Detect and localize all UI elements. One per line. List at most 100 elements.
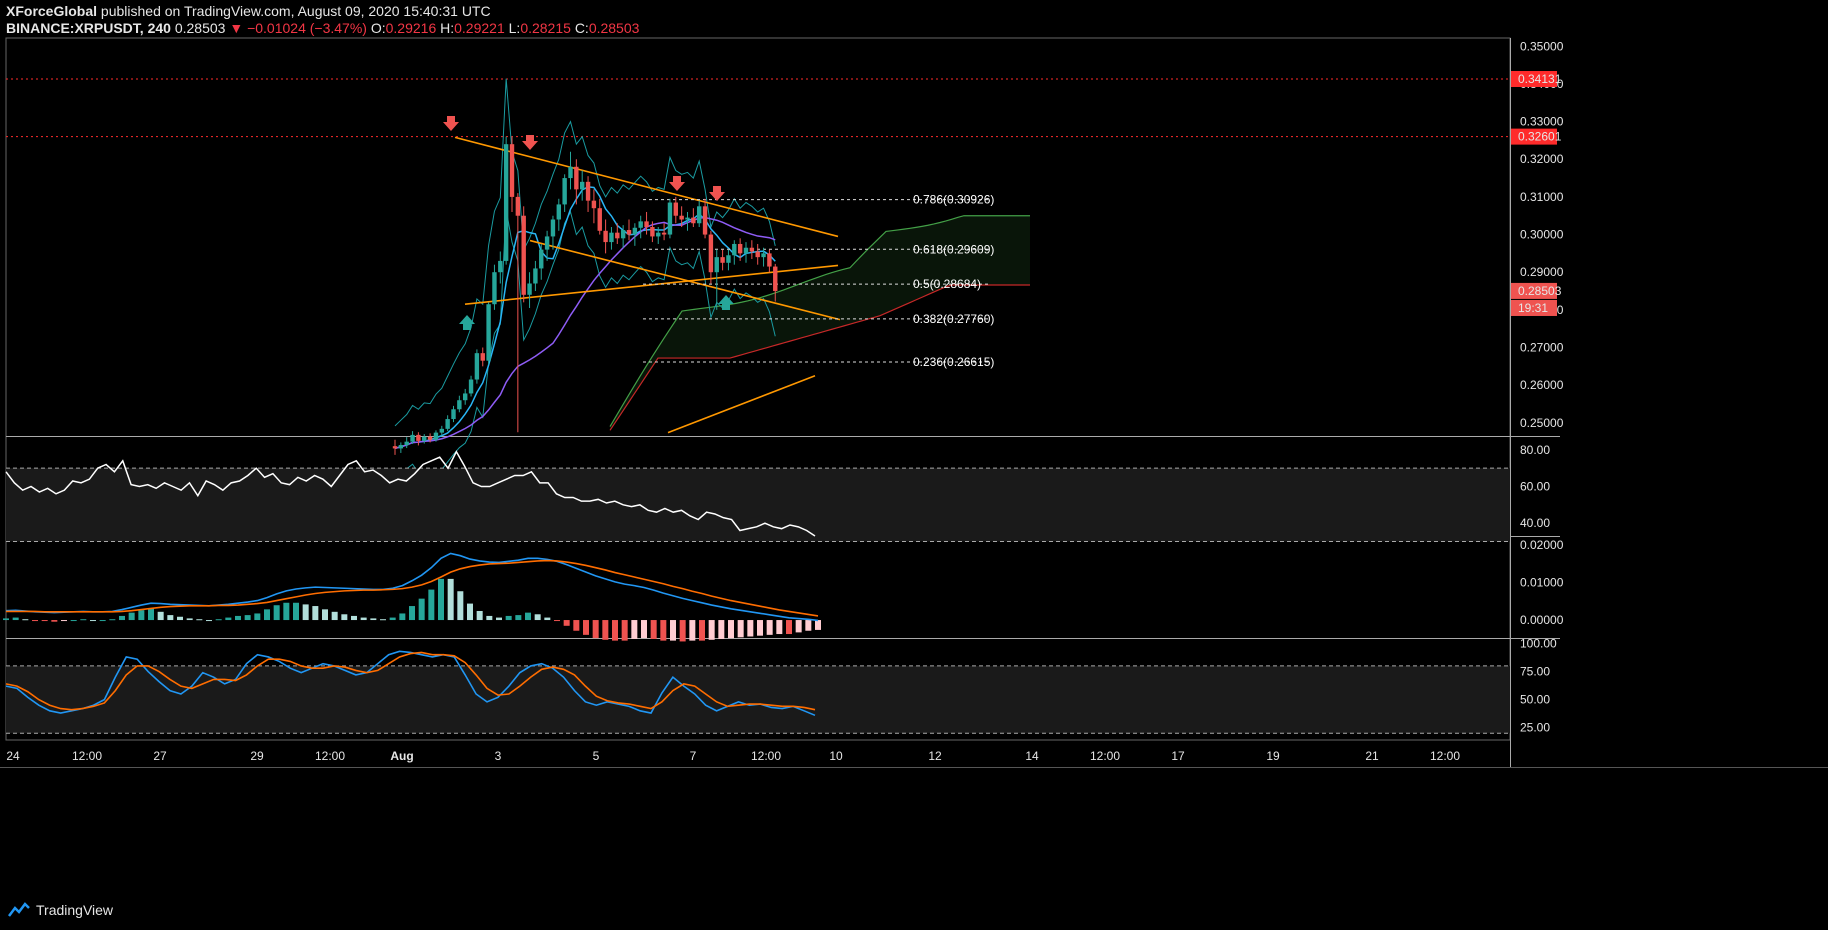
macd-hist-bar-65 [631,620,638,639]
candle-30 [568,151,573,190]
macd-hist-bar-67 [650,620,657,639]
price-badge-2: 0.28503 [1518,284,1562,298]
fib-label-2: 0.5(0.28684) [913,277,981,291]
time-tick-8: 7 [690,749,697,763]
sell-arrow-icon-1 [522,135,538,150]
macd-tick-0: 0.02000 [1520,538,1564,552]
price-tick-6: 0.29000 [1520,265,1564,279]
macd-hist-bar-23 [225,617,232,621]
macd-hist-bar-25 [244,615,251,621]
macd-hist-bar-53 [515,615,522,621]
candle-0 [392,439,398,455]
candle-29 [562,174,567,212]
macd-hist-bar-24 [235,615,241,621]
candle-41 [632,223,638,246]
price-tick-0: 0.35000 [1520,39,1564,53]
tradingview-logo-icon [8,902,30,917]
candle-52 [697,200,702,228]
price-badge-3: 19:31 [1518,301,1548,315]
rsi-band-fill [6,468,1510,542]
macd-hist-bar-22 [215,619,222,621]
candle-57 [726,249,731,271]
macd-hist-bar-62 [602,620,609,640]
macd-hist-bar-13 [128,612,135,621]
price-badge-0: 0.34131 [1518,72,1562,86]
macd-hist-bar-80 [776,620,783,635]
buy-arrow-icon-0 [459,315,475,330]
macd-hist-bar-81 [786,620,792,635]
rsi-pane[interactable] [5,450,1510,542]
candle-24 [533,260,538,292]
time-tick-13: 12:00 [1090,749,1120,763]
stoch-tick-0: 100.00 [1520,636,1557,650]
rsi-tick-2: 40.00 [1520,516,1550,530]
macd-hist-bar-29 [283,602,290,621]
macd-hist-bar-30 [293,602,299,621]
candle-56 [720,249,725,271]
stoch-tick-2: 50.00 [1520,693,1550,707]
candle-47 [667,198,673,239]
price-tick-10: 0.25000 [1520,416,1564,430]
macd-hist-bar-70 [679,620,686,642]
macd-hist-bar-39 [380,619,386,621]
candle-19 [503,136,509,265]
candle-14 [474,349,480,384]
macd-hist-bar-34 [331,611,338,621]
price-tick-5: 0.30000 [1520,228,1564,242]
macd-hist-bar-27 [264,609,270,621]
candle-40 [626,219,632,241]
macd-hist-bar-56 [544,617,551,621]
candle-36 [603,219,608,254]
macd-tick-2: 0.00000 [1520,613,1564,627]
candle-17 [492,264,497,310]
macd-hist-bar-55 [534,614,541,621]
macd-hist-bar-57 [554,620,560,622]
time-tick-0: 24 [6,749,20,763]
macd-hist-bar-84 [815,620,821,630]
candle-25 [539,243,544,280]
macd-hist-bar-51 [496,617,502,621]
price-pane[interactable]: 0.786(0.30926) 0.618(0.29609) 0.5(0.28684)… [6,78,1510,477]
macd-hist-bar-77 [747,620,754,637]
stoch-rsi-pane[interactable] [5,650,1510,734]
macd-hist-bar-15 [148,608,154,621]
chart-canvas[interactable]: 0.786(0.30926) 0.618(0.29609) 0.5(0.28684)… [0,0,1828,930]
brand-name: TradingView [36,902,114,918]
time-tick-10: 10 [829,749,843,763]
time-tick-1: 12:00 [72,749,102,763]
trend-line-1 [529,239,841,321]
candle-20 [509,136,515,212]
time-tick-4: 12:00 [315,749,345,763]
rsi-tick-0: 80.00 [1520,443,1550,457]
macd-hist-bar-12 [119,615,125,621]
time-tick-7: 5 [593,749,600,763]
time-tick-11: 12 [928,749,942,763]
candle-37 [609,227,614,250]
macd-hist-bar-8 [80,619,87,621]
candle-51 [691,208,696,228]
macd-hist-bar-44 [428,589,435,621]
macd-hist-bar-26 [254,613,261,621]
macd-pane[interactable] [3,552,821,642]
candle-55 [714,249,719,310]
candle-60 [743,242,749,263]
candle-18 [498,251,503,284]
macd-hist-bar-82 [795,620,802,633]
candle-33 [585,176,591,212]
macd-hist-bar-47 [457,591,464,621]
macd-hist-bar-16 [157,611,164,621]
macd-hist-bar-21 [206,620,212,622]
macd-hist-bar-10 [99,620,106,622]
macd-hist-bar-9 [90,620,96,622]
macd-hist-bar-5 [51,620,58,622]
macd-hist-bar-52 [505,615,512,621]
candle-21 [515,193,521,433]
time-tick-3: 29 [250,749,264,763]
time-tick-9: 12:00 [751,749,781,763]
macd-hist-bar-76 [737,620,744,638]
macd-hist-bar-28 [273,605,280,621]
tradingview-brand[interactable]: TradingView [8,902,113,918]
candle-11 [457,395,462,413]
macd-hist-bar-32 [312,606,319,621]
candle-10 [451,405,456,423]
